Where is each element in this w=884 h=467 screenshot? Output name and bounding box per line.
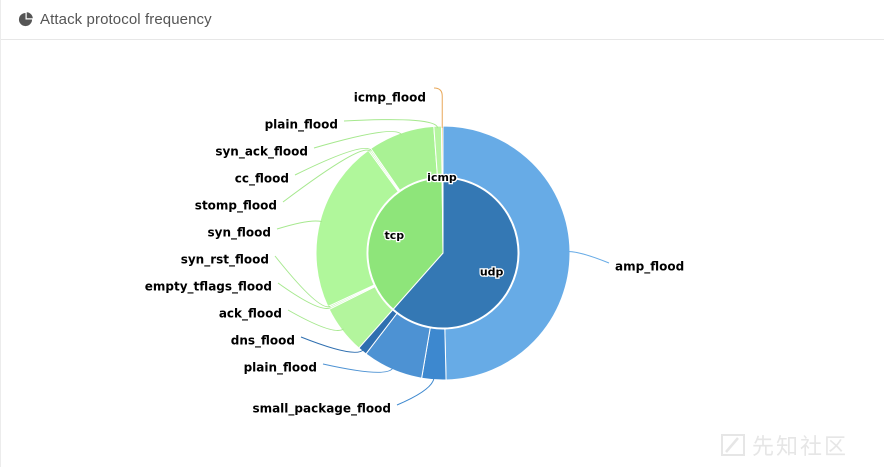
leader-line <box>433 87 443 129</box>
leader-line <box>567 250 610 264</box>
watermark: 先知社区 <box>720 429 848 461</box>
outer-label-amp_flood: amp_flood <box>615 260 684 275</box>
outer-label-stomp_flood: stomp_flood <box>195 199 277 214</box>
leader-line <box>343 119 439 129</box>
logo-icon <box>720 434 745 456</box>
outer-label-ack_flood: ack_flood <box>219 307 282 322</box>
inner-label-tcp: tcp <box>384 229 404 242</box>
outer-label-small_package_flood: small_package_flood <box>252 402 391 417</box>
chart-panel: Attack protocol frequency udp tcp icmp amp_… <box>0 0 884 467</box>
leader-line <box>276 220 323 230</box>
outer-label-syn_ack_flood: syn_ack_flood <box>215 145 308 160</box>
outer-label-syn_flood: syn_flood <box>208 226 271 241</box>
outer-slice-icmp_flood[interactable] <box>440 125 444 178</box>
outer-label-syn_rst_flood: syn_rst_flood <box>181 253 269 268</box>
leader-line <box>396 377 435 406</box>
outer-label-cc_flood: cc_flood <box>235 172 289 187</box>
watermark-text: 先知社区 <box>751 435 848 460</box>
sunburst-chart: udp tcp icmp amp_flood small_package_flood pl… <box>145 87 684 417</box>
inner-ring <box>367 177 519 329</box>
inner-label-icmp: icmp <box>427 171 457 184</box>
inner-label-udp: udp <box>480 265 504 278</box>
outer-label-plain_flood: plain_flood <box>265 118 338 133</box>
outer-label-plain_flood: plain_flood <box>244 361 317 376</box>
outer-label-empty_tflags_flood: empty_tflags_flood <box>145 280 272 295</box>
outer-label-icmp_flood: icmp_flood <box>354 91 426 106</box>
outer-label-dns_flood: dns_flood <box>231 334 295 349</box>
